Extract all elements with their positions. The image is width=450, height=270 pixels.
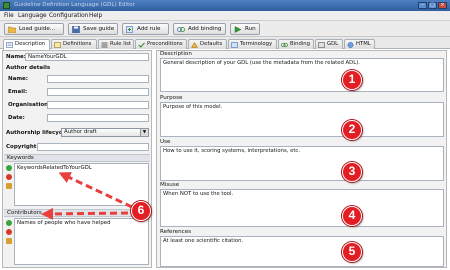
add-rule-icon (126, 26, 133, 33)
tab-bar: Description Definitions Rule list Precon… (0, 37, 450, 50)
lifecycle-select[interactable]: Author draft ▼ (61, 128, 149, 137)
purpose-title: Purpose (160, 95, 183, 101)
date-label: Date: (8, 115, 25, 121)
tab-gdl[interactable]: GDL (315, 39, 343, 49)
misuse-title: Misuse (160, 182, 180, 188)
references-title: References (160, 229, 192, 235)
html-icon (347, 41, 354, 48)
author-name-field[interactable] (47, 75, 149, 83)
description-tab-icon (6, 41, 13, 48)
purpose-text: Purpose of this model. (163, 104, 223, 110)
author-name-label: Name: (8, 76, 28, 82)
check-icon (138, 41, 145, 48)
add-rule-button[interactable]: Add rule (122, 23, 169, 35)
add-contributor-icon[interactable] (6, 220, 12, 226)
remove-contributor-icon[interactable] (6, 229, 12, 235)
edit-keyword-icon[interactable] (6, 183, 12, 189)
save-icon (72, 26, 80, 33)
organisation-label: Organisation: (8, 102, 51, 108)
add-keyword-icon[interactable] (6, 165, 12, 171)
keywords-header: Keywords (4, 154, 150, 162)
annotation-badge-2: 2 (342, 120, 362, 140)
title-bar: Guideline Definition Language (GDL) Edit… (0, 0, 450, 11)
menu-bar: File Language Configuration Help (0, 11, 450, 21)
add-binding-icon (177, 27, 185, 32)
use-text: How to use it, scoring systems, interpre… (163, 148, 301, 154)
annotation-badge-4: 4 (342, 206, 362, 226)
load-guide-button[interactable]: Load guide... (4, 23, 64, 35)
email-label: Email: (8, 89, 28, 95)
purpose-textarea[interactable]: Purpose of this model. (160, 102, 444, 137)
run-icon (234, 26, 242, 33)
description-textarea[interactable]: General description of your GDL (use the… (160, 58, 444, 92)
folder-icon (8, 26, 16, 33)
menu-language[interactable]: Language (18, 13, 47, 19)
references-textarea[interactable]: At least one scientific citation. (160, 236, 444, 267)
keywords-list[interactable]: KeywordsRelatedToYourGDL (14, 163, 149, 206)
rule-list-icon (101, 42, 108, 47)
menu-configuration[interactable]: Configuration (49, 13, 88, 19)
use-title: Use (160, 139, 171, 145)
toolbar: Load guide... Save guide Add rule Add bi… (0, 21, 450, 37)
app-icon (3, 2, 10, 9)
tab-defaults[interactable]: Defaults (188, 39, 227, 49)
guide-name-field[interactable]: NameYourGDL (25, 53, 149, 61)
run-button[interactable]: Run (230, 23, 260, 35)
misuse-textarea[interactable]: When NOT to use the tool. (160, 189, 444, 227)
defaults-icon (191, 41, 198, 48)
copyright-label: Copyright: (6, 144, 39, 150)
email-field[interactable] (47, 88, 149, 96)
contributors-header: Contributors (4, 209, 150, 217)
description-text: General description of your GDL (use the… (163, 60, 360, 66)
tab-terminology[interactable]: Terminology (228, 39, 277, 49)
date-field[interactable] (47, 114, 149, 122)
description-title: Description (160, 51, 192, 57)
chevron-down-icon[interactable]: ▼ (140, 129, 148, 136)
references-text: At least one scientific citation. (163, 238, 244, 244)
list-item[interactable]: Names of people who have helped (17, 220, 111, 226)
author-details-label: Author details (6, 65, 51, 71)
maximize-icon[interactable]: □ (428, 2, 437, 9)
terminology-icon (231, 41, 238, 48)
window-title: Guideline Definition Language (GDL) Edit… (14, 2, 136, 8)
tab-html[interactable]: HTML (344, 39, 375, 49)
annotation-badge-1: 1 (342, 70, 362, 90)
copyright-field[interactable] (37, 143, 149, 151)
annotation-badge-3: 3 (342, 162, 362, 182)
description-panel: Description General description of your … (156, 50, 447, 268)
menu-file[interactable]: File (4, 13, 14, 19)
tab-binding[interactable]: Binding (278, 39, 314, 49)
save-guide-button[interactable]: Save guide (68, 23, 118, 35)
close-icon[interactable]: × (438, 2, 447, 9)
binding-icon (281, 42, 288, 47)
list-item[interactable]: KeywordsRelatedToYourGDL (17, 165, 92, 171)
tab-preconditions[interactable]: Preconditions (135, 39, 187, 49)
misuse-text: When NOT to use the tool. (163, 191, 234, 197)
definitions-tab-icon (54, 41, 61, 48)
minimize-icon[interactable]: – (418, 2, 427, 9)
use-textarea[interactable]: How to use it, scoring systems, interpre… (160, 146, 444, 181)
tab-definitions[interactable]: Definitions (51, 39, 97, 49)
contributors-list[interactable]: Names of people who have helped (14, 218, 149, 265)
organisation-field[interactable] (47, 101, 149, 109)
remove-keyword-icon[interactable] (6, 174, 12, 180)
gdl-icon (318, 41, 325, 48)
tab-rule-list[interactable]: Rule list (98, 39, 134, 49)
annotation-badge-6: 6 (131, 201, 151, 221)
add-binding-button[interactable]: Add binding (173, 23, 226, 35)
metadata-panel: Name: NameYourGDL Author details Name: E… (2, 50, 152, 268)
menu-help[interactable]: Help (89, 13, 102, 19)
name-label: Name: (6, 54, 26, 60)
annotation-badge-5: 5 (342, 242, 362, 262)
edit-contributor-icon[interactable] (6, 238, 12, 244)
tab-description[interactable]: Description (3, 39, 50, 50)
